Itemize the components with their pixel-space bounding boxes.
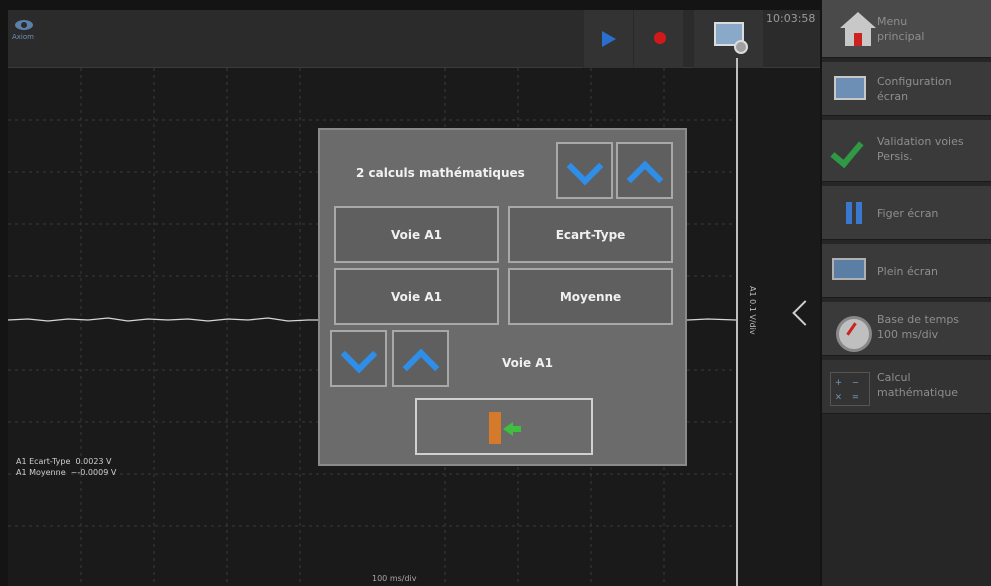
menu-item-timebase[interactable]: Base de temps 100 ms/div — [822, 302, 991, 356]
exit-door-icon — [489, 412, 501, 444]
channel-up-button[interactable] — [392, 330, 449, 387]
svg-text:=: = — [852, 391, 859, 401]
side-menu: Menu principal Configuration écran Valid… — [822, 0, 991, 586]
chevron-up-icon — [402, 348, 440, 386]
menu-item-label: Figer écran — [877, 207, 939, 220]
eye-icon — [15, 20, 33, 30]
calc-count-decrease-button[interactable] — [556, 142, 613, 199]
menu-item-label: Calcul mathématique — [877, 371, 959, 399]
menu-item-main-menu[interactable]: Menu principal — [822, 0, 991, 58]
menu-item-label: Base de temps 100 ms/div — [877, 313, 960, 341]
calc-count-increase-button[interactable] — [616, 142, 673, 199]
timebase-label: 100 ms/div — [372, 574, 417, 583]
chevron-left-icon[interactable] — [792, 300, 818, 326]
row1-operation-button[interactable]: Ecart-Type — [508, 206, 673, 263]
row2-operation-button[interactable]: Moyenne — [508, 268, 673, 325]
exit-arrow-icon — [503, 422, 521, 436]
scale-label: A1 0.1 V/div — [748, 286, 757, 335]
dialog-title: 2 calculs mathématiques — [356, 166, 525, 180]
monitor-icon — [834, 76, 866, 100]
chevron-up-icon — [626, 160, 664, 198]
measurement-readout: A1 Ecart-Type 0.0023 V A1 Moyenne ~-0.00… — [16, 457, 117, 477]
row1-source-button[interactable]: Voie A1 — [334, 206, 499, 263]
record-button[interactable] — [633, 10, 683, 68]
menu-item-screen-config[interactable]: Configuration écran — [822, 62, 991, 116]
chevron-down-icon — [566, 148, 604, 186]
chevron-down-icon — [340, 336, 378, 374]
fullscreen-icon — [832, 258, 866, 280]
menu-item-channel-validation[interactable]: Validation voies Persis. — [822, 120, 991, 182]
check-icon — [830, 134, 870, 168]
play-icon — [602, 31, 616, 47]
home-icon — [840, 12, 876, 28]
channel-down-button[interactable] — [330, 330, 387, 387]
math-calc-dialog: 2 calculs mathématiques Voie A1 Ecart-Ty… — [318, 128, 687, 466]
run-button[interactable] — [583, 10, 633, 68]
logo-text: Axiom — [12, 33, 34, 41]
screen-capture-button[interactable] — [693, 10, 763, 68]
gauge-icon — [830, 314, 872, 352]
monitor-icon — [714, 22, 748, 54]
vertical-scale-axis — [736, 58, 738, 586]
menu-item-math-calc[interactable]: + − × = Calcul mathématique — [822, 360, 991, 414]
menu-item-label: Plein écran — [877, 265, 939, 278]
calc-icon: + − × = — [830, 372, 870, 406]
svg-text:+: + — [835, 377, 842, 387]
menu-item-fullscreen[interactable]: Plein écran — [822, 244, 991, 298]
logo: Axiom — [12, 16, 38, 46]
top-toolbar: Axiom 10:03:58 — [8, 10, 820, 68]
selected-channel: Voie A1 — [502, 356, 553, 370]
svg-text:−: − — [852, 377, 859, 387]
menu-item-label: Configuration écran — [877, 75, 952, 103]
pause-icon — [830, 198, 870, 232]
exit-button[interactable] — [415, 398, 593, 455]
row2-source-button[interactable]: Voie A1 — [334, 268, 499, 325]
menu-item-freeze-screen[interactable]: Figer écran — [822, 186, 991, 240]
record-icon — [654, 32, 666, 44]
menu-item-label: Validation voies Persis. — [877, 135, 964, 163]
svg-text:×: × — [835, 391, 842, 401]
menu-item-label: Menu principal — [877, 15, 925, 43]
clock: 10:03:58 — [766, 12, 816, 25]
